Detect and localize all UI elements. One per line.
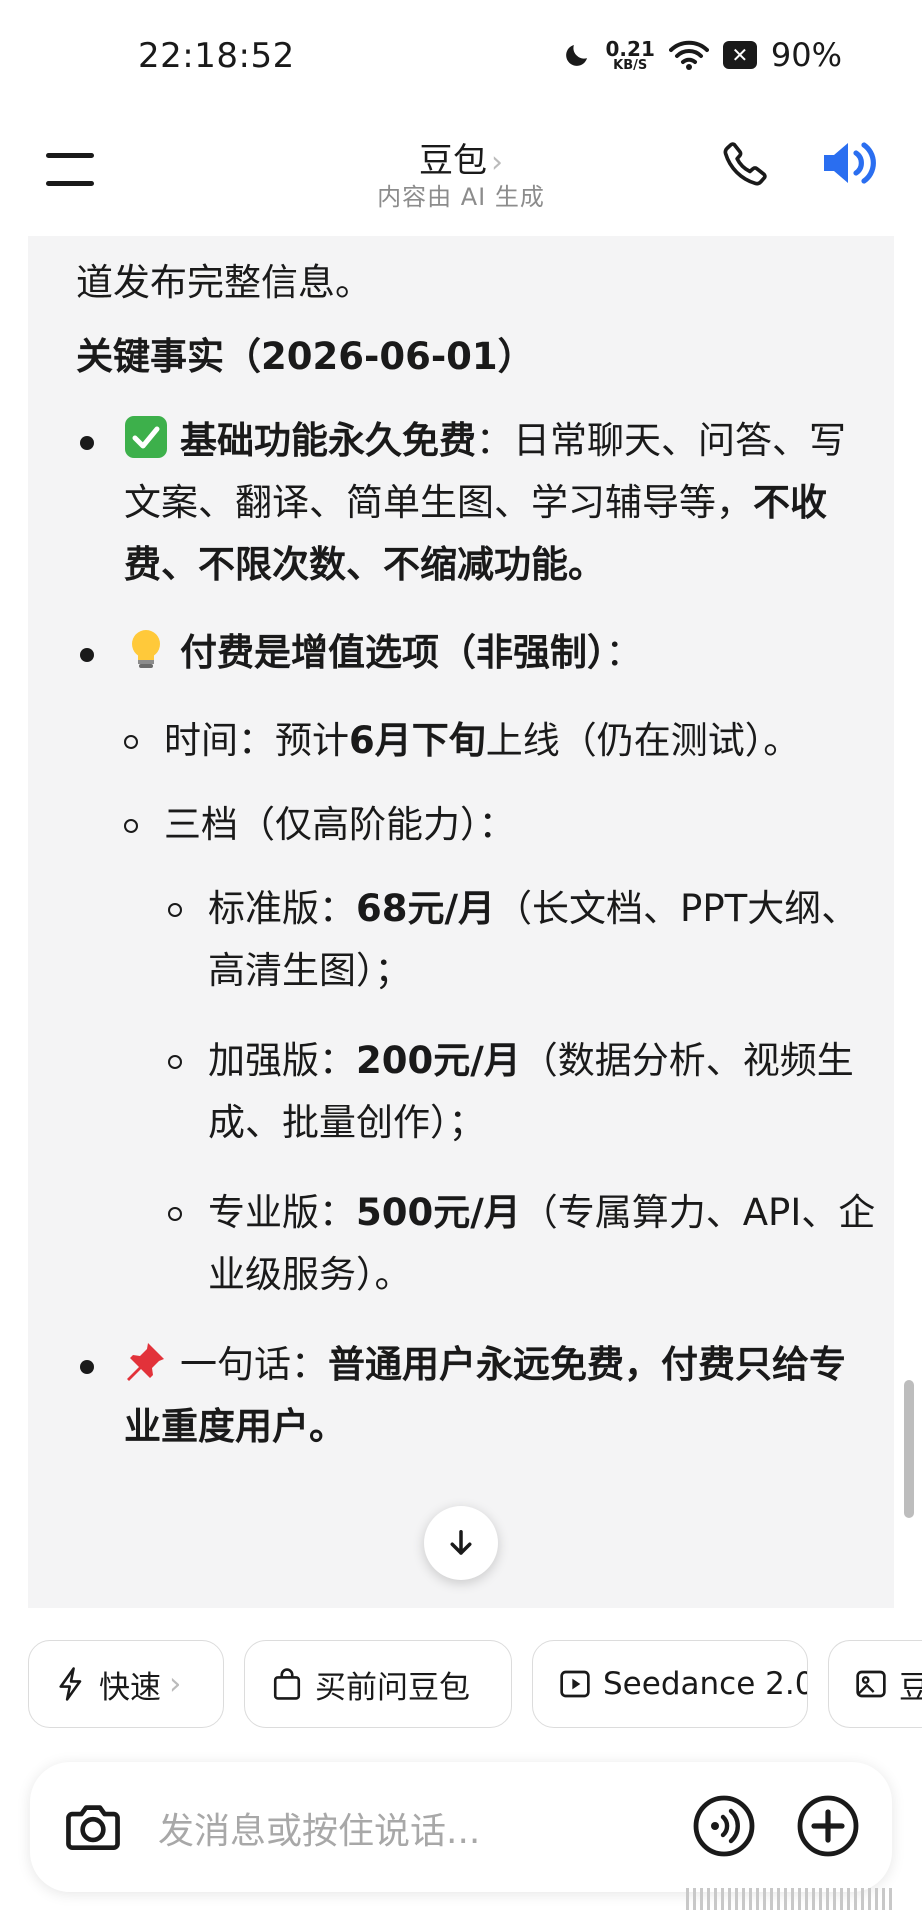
message-content: 道发布完整信息。 关键事实（2026-06-01） 基础功能永久免费：日常聊天、…	[76, 252, 876, 1484]
tier-enhanced: 加强版：200元/月（数据分析、视频生成、批量创作）；	[166, 1030, 876, 1154]
chip-ask-before-buy[interactable]: 买前问豆包	[244, 1640, 512, 1728]
scroll-to-bottom-button[interactable]	[424, 1506, 498, 1580]
chip-image[interactable]: 豆	[828, 1640, 922, 1728]
sim-off-icon: ✕	[722, 41, 757, 69]
message-input-bar: 发消息或按住说话...	[30, 1762, 892, 1892]
chip-seedance[interactable]: Seedance 2.0	[532, 1640, 808, 1728]
chat-header: 豆包 › 内容由 AI 生成	[0, 115, 922, 235]
image-edit-icon	[856, 1670, 886, 1698]
status-bar: 22:18:52 0.21 KB/S ✕ 90%	[0, 0, 922, 115]
bot-name-button[interactable]: 豆包 ›	[0, 133, 922, 182]
arrow-down-icon	[450, 1530, 472, 1555]
light-bulb-emoji	[132, 630, 160, 668]
sub-item-tiers: 三档（仅高阶能力）：	[122, 794, 876, 856]
lightning-icon	[59, 1667, 82, 1701]
chip-fast-mode[interactable]: 快速 ›	[28, 1640, 224, 1728]
status-time: 22:18:52	[138, 36, 295, 76]
bullet-free-features: 基础功能永久免费：日常聊天、问答、写文案、翻译、简单生图、学习辅导等，不收费、不…	[76, 410, 876, 596]
sub-item-timing: 时间：预计6月下旬上线（仍在测试）。	[122, 710, 876, 772]
section-heading: 关键事实（2026-06-01）	[76, 335, 535, 378]
speaker-icon[interactable]	[820, 135, 880, 191]
scrollbar-thumb[interactable]	[904, 1380, 914, 1518]
bullet-summary: 一句话：普通用户永远免费，付费只给专业重度用户。	[76, 1334, 876, 1458]
ai-disclaimer: 内容由 AI 生成	[377, 183, 545, 211]
wifi-icon	[668, 40, 709, 70]
play-icon	[560, 1670, 590, 1698]
message-intro: 道发布完整信息。	[76, 261, 372, 304]
plus-icon[interactable]	[796, 1794, 860, 1858]
quick-action-chips: 快速› 买前问豆包 Seedance 2.0 豆	[0, 1640, 922, 1732]
pushpin-emoji	[127, 1343, 164, 1381]
assistant-message: 道发布完整信息。 关键事实（2026-06-01） 基础功能永久免费：日常聊天、…	[28, 236, 894, 1608]
phone-call-icon[interactable]	[720, 137, 772, 189]
moon-icon	[565, 45, 587, 66]
status-icons: 0.21 KB/S ✕ 90%	[562, 36, 842, 74]
bot-name: 豆包	[419, 141, 487, 181]
voice-input-icon[interactable]	[692, 1794, 756, 1858]
bullet-paid-options: 付费是增值选项（非强制）：	[76, 622, 876, 684]
watermark-pattern	[686, 1888, 892, 1910]
network-speed: 0.21 KB/S	[605, 36, 655, 73]
shopping-bag-icon	[273, 1668, 301, 1700]
tier-professional: 专业版：500元/月（专属算力、API、企业级服务）。	[166, 1182, 876, 1306]
chevron-right-icon: ›	[491, 145, 503, 180]
message-input[interactable]: 发消息或按住说话...	[158, 1802, 480, 1854]
tier-standard: 标准版：68元/月（长文档、PPT大纲、高清生图）；	[166, 878, 876, 1002]
chevron-right-icon: ›	[169, 1666, 182, 1702]
camera-icon[interactable]	[62, 1796, 124, 1858]
check-mark-emoji	[125, 416, 167, 458]
battery-level: 90%	[770, 36, 842, 74]
